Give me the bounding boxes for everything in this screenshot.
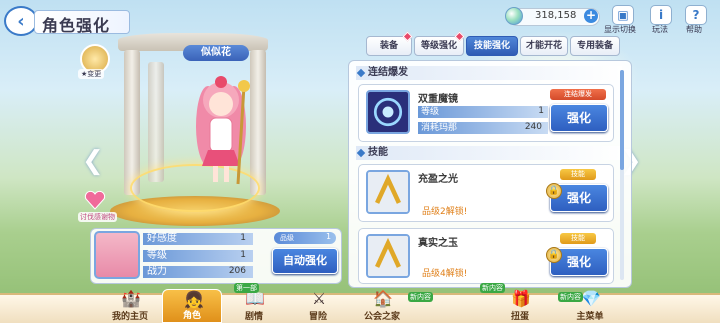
help-label: 帮助 xyxy=(686,25,702,34)
nav-character[interactable]: 👧 角色 xyxy=(162,289,222,323)
scrollbar-thumb[interactable] xyxy=(620,70,624,170)
help-icon[interactable]: ? xyxy=(685,5,707,25)
tab-talent[interactable]: 才能开花 xyxy=(520,36,568,56)
skill-2-locked-text: 品级4解锁! xyxy=(422,269,468,279)
sword-icon: ⚔ xyxy=(311,289,327,308)
affinity-label[interactable]: 讨伐感谢物 xyxy=(78,212,117,222)
skills-section-label: 技能 xyxy=(368,147,388,158)
union-burst-header: 连结爆发 xyxy=(356,66,622,80)
union-burst-name: 双重魔镜 xyxy=(418,94,458,105)
lock-icon: 🔒 xyxy=(546,183,562,199)
union-burst-tag: 连结爆发 xyxy=(550,89,606,100)
nav-home-label: 我的主页 xyxy=(111,312,148,322)
castle-icon: 🏰 xyxy=(121,289,141,308)
nav-guild-house-label: 公会之家 xyxy=(363,312,400,322)
menu-new-badge: 新内容 xyxy=(558,292,583,302)
gacha-new-badge: 新内容 xyxy=(480,283,505,293)
nav-story-label: 剧情 xyxy=(244,312,263,322)
auto-enhance-button[interactable]: 自动强化 xyxy=(272,248,338,274)
tab-skill-enhance[interactable]: 技能强化 xyxy=(466,36,518,56)
story-badge: 第一部 xyxy=(234,283,259,293)
gift-icon[interactable]: ▣ xyxy=(612,5,634,25)
heart-icon[interactable] xyxy=(84,190,106,210)
nav-story[interactable]: 📖 剧情 xyxy=(224,289,284,323)
mirror-skill-icon[interactable] xyxy=(366,90,410,134)
pillar-left-back xyxy=(148,62,164,182)
page-title: 角色强化 xyxy=(42,16,111,35)
stat-power-value: 206 xyxy=(228,266,246,276)
stat-affinity-value: 1 xyxy=(240,233,246,243)
skill-1-tag: 技能 xyxy=(560,169,596,180)
character-portrait[interactable] xyxy=(94,231,140,279)
rank-value: 1 xyxy=(326,232,332,241)
lock-icon: 🔒 xyxy=(546,247,562,263)
nav-guild-house[interactable]: 🏠 公会之家 xyxy=(352,289,412,323)
house-icon: 🏠 xyxy=(373,289,393,308)
nav-gacha-label: 扭蛋 xyxy=(510,312,529,322)
union-burst-section-label: 连结爆发 xyxy=(368,67,408,78)
currency-value: 318,158 xyxy=(535,10,577,21)
guild-new-badge: 新内容 xyxy=(408,292,433,302)
union-burst-enhance-button[interactable]: 强化 xyxy=(550,104,608,132)
how-to-play-label: 玩法 xyxy=(652,25,668,34)
character-name: 似似花 xyxy=(183,45,249,61)
skill-1-name: 充盈之光 xyxy=(418,174,458,185)
pillar-left xyxy=(124,50,140,195)
nav-main-menu-label: 主菜单 xyxy=(576,312,604,322)
character-sprite xyxy=(196,76,250,185)
orb-skill-icon[interactable] xyxy=(366,234,410,278)
display-toggle-label: 显示切换 xyxy=(604,25,636,34)
skill-2-tag: 技能 xyxy=(560,233,596,244)
nav-gacha[interactable]: 🎁 扭蛋 xyxy=(490,289,550,323)
tab-unique-equipment[interactable]: 专用装备 xyxy=(570,36,620,56)
nav-adventure[interactable]: ⚔ 冒险 xyxy=(288,289,348,323)
nav-home[interactable]: 🏰 我的主页 xyxy=(100,289,160,323)
add-currency-button[interactable]: + xyxy=(584,9,598,23)
ub-level-value: 1 xyxy=(538,106,544,116)
skill-2-name: 真实之玉 xyxy=(418,238,458,249)
back-button[interactable]: ‹ xyxy=(4,6,38,36)
character-icon: 👧 xyxy=(184,290,204,309)
nav-adventure-label: 冒险 xyxy=(308,312,327,322)
skill-1-locked-text: 品级2解锁! xyxy=(422,207,468,217)
gacha-icon: 🎁 xyxy=(511,289,531,308)
info-icon[interactable]: i xyxy=(650,5,672,25)
jewel-icon xyxy=(505,7,523,25)
ub-cost-value: 240 xyxy=(524,122,542,132)
nav-character-label: 角色 xyxy=(182,311,201,321)
star-change-label[interactable]: ★变更 xyxy=(78,69,105,79)
prev-character-button[interactable]: ❮ xyxy=(82,146,104,176)
skills-header: 技能 xyxy=(356,146,622,160)
light-skill-icon[interactable] xyxy=(366,170,410,214)
stat-level-value: 1 xyxy=(240,250,246,260)
